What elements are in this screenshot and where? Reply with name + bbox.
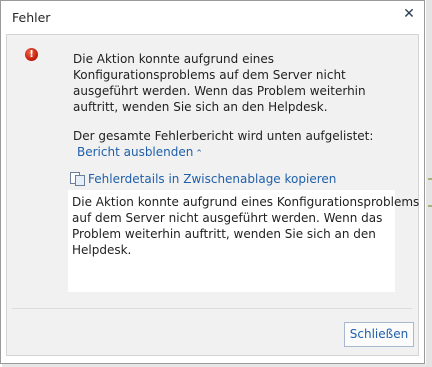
close-icon[interactable]: ✕ xyxy=(400,5,418,23)
background-mark xyxy=(428,205,432,207)
copy-clipboard-icon xyxy=(70,172,85,186)
copy-details-label: Fehlerdetails in Zwischenablage kopieren xyxy=(88,172,337,186)
dialog-body: ! Die Aktion konnte aufgrund eines Konfi… xyxy=(6,34,419,356)
error-message-line: Konfigurationsproblems auf dem Server ni… xyxy=(73,68,346,82)
dialog-title: Fehler xyxy=(12,10,51,25)
error-details-line: auf dem Server nicht ausgeführt werden. … xyxy=(72,211,383,225)
error-details-line: Die Aktion konnte aufgrund eines Konfigu… xyxy=(72,195,420,209)
chevron-up-icon: ⌃ xyxy=(195,149,203,159)
error-details-box: Die Aktion konnte aufgrund eines Konfigu… xyxy=(68,190,420,292)
error-dialog: Fehler ✕ ! Die Aktion konnte aufgrund ei… xyxy=(0,0,425,364)
error-message-line: Die Aktion konnte aufgrund eines xyxy=(73,52,275,66)
error-message-line: auftritt, wenden Sie sich an den Helpdes… xyxy=(73,100,328,114)
hide-report-label: Bericht ausblenden xyxy=(77,145,194,159)
dialog-titlebar: Fehler ✕ xyxy=(1,1,424,35)
background-page-strip xyxy=(426,0,432,367)
hide-report-link[interactable]: Bericht ausblenden ⌃ xyxy=(77,144,203,162)
copy-details-link[interactable]: Fehlerdetails in Zwischenablage kopieren xyxy=(70,171,336,187)
error-details-line: Helpdesk. xyxy=(72,243,132,257)
error-icon: ! xyxy=(25,48,38,61)
error-message: Die Aktion konnte aufgrund eines Konfigu… xyxy=(73,51,373,115)
background-mark xyxy=(428,178,432,180)
close-button[interactable]: Schließen xyxy=(344,322,414,347)
report-summary: Der gesamte Fehlerbericht wird unten auf… xyxy=(73,129,374,143)
footer-divider xyxy=(12,308,412,309)
error-message-line: ausgeführt werden. Wenn das Problem weit… xyxy=(73,84,366,98)
error-details-line: Problem weiterhin auftritt, wenden Sie s… xyxy=(72,227,376,241)
